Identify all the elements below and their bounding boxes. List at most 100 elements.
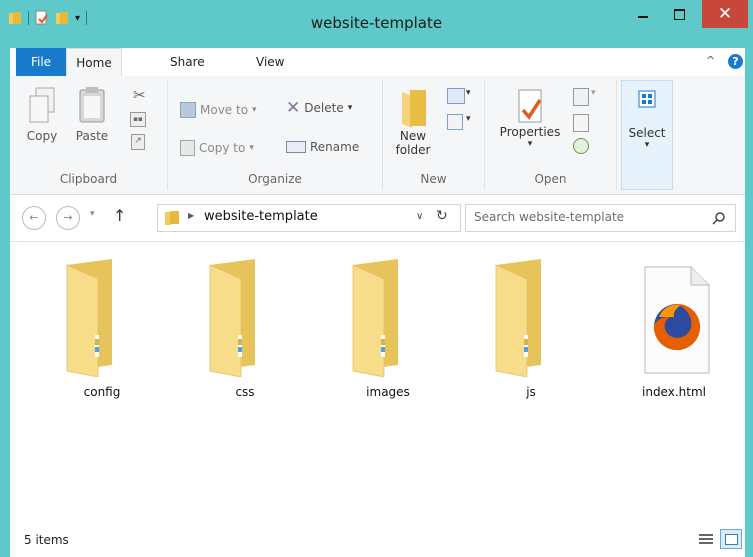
select-group: Select ▾ [617, 80, 677, 190]
title-bar: ▾ website-template ✕ [0, 0, 753, 44]
organize-group: Move to ▾ Copy to ▾ ✕ Delete ▾ Rename Or… [168, 80, 383, 190]
breadcrumb[interactable]: website-template [204, 209, 318, 224]
folder-icon [495, 259, 541, 378]
details-view-icon [699, 534, 713, 544]
move-to-icon [180, 102, 196, 118]
tab-view[interactable]: View [256, 48, 284, 76]
new-group-label: New [420, 172, 447, 186]
new-folder-label-line1: New [399, 129, 427, 143]
file-item[interactable]: images [333, 257, 443, 399]
clipboard-group-label: Clipboard [59, 172, 118, 186]
folder-small-icon [165, 211, 179, 225]
rename-button[interactable]: Rename [286, 140, 359, 154]
new-folder-icon [402, 90, 426, 128]
recent-locations-icon[interactable]: ▾ [90, 209, 95, 219]
minimize-button[interactable] [628, 0, 658, 28]
copy-to-button[interactable]: Copy to ▾ [180, 140, 254, 156]
cut-icon[interactable]: ✂ [133, 86, 146, 104]
tab-file[interactable]: File [16, 48, 66, 76]
organize-group-label: Organize [248, 172, 302, 186]
maximize-icon [673, 8, 685, 20]
close-button[interactable]: ✕ [702, 0, 748, 28]
tab-share[interactable]: Share [170, 48, 205, 76]
edit-icon[interactable] [573, 114, 589, 132]
move-to-label: Move to [200, 103, 249, 117]
paste-button[interactable]: Paste [68, 86, 116, 143]
file-name: config [83, 385, 121, 399]
file-name: images [366, 385, 410, 399]
ribbon-tabs: File Home Share View ^ ? [10, 48, 745, 78]
properties-button[interactable]: Properties ▾ [495, 86, 565, 149]
firefox-html-file-icon [644, 266, 710, 374]
new-group: New folder ▾ ▾ New [383, 80, 485, 190]
large-icons-view-icon [725, 534, 738, 545]
select-icon [638, 90, 656, 108]
chevron-down-icon: ▾ [644, 140, 650, 150]
minimize-ribbon-icon[interactable]: ^ [706, 54, 715, 67]
maximize-button[interactable] [664, 0, 694, 28]
address-history-icon[interactable]: ∨ [416, 211, 423, 222]
rename-label: Rename [310, 140, 360, 154]
file-item[interactable]: config [47, 257, 157, 399]
easy-access-icon[interactable] [447, 114, 463, 130]
search-icon[interactable] [712, 211, 726, 225]
back-button[interactable]: ← [22, 206, 46, 230]
tab-home[interactable]: Home [66, 48, 122, 78]
folder-icon [66, 259, 112, 378]
paste-label: Paste [75, 129, 109, 143]
copy-icon [29, 87, 55, 123]
new-item-icon[interactable] [447, 88, 465, 104]
chevron-down-icon: ▾ [249, 143, 254, 153]
properties-label: Properties [499, 125, 561, 139]
delete-icon: ✕ [286, 98, 301, 118]
file-item[interactable]: index.html [619, 257, 729, 399]
delete-button[interactable]: ✕ Delete ▾ [286, 98, 352, 118]
properties-icon [518, 89, 542, 123]
rename-icon [286, 141, 306, 153]
copy-path-icon[interactable]: ▪▪ [130, 112, 146, 127]
chevron-down-icon[interactable]: ▾ [466, 88, 471, 98]
large-icons-view-button[interactable] [720, 529, 742, 549]
select-button[interactable]: Select ▾ [621, 80, 673, 190]
paste-icon [79, 87, 105, 123]
file-name: css [235, 385, 255, 399]
file-view: config css images js index.html [10, 241, 745, 524]
up-arrow-icon[interactable]: ↑ [113, 206, 126, 225]
open-group-label: Open [534, 172, 567, 186]
back-arrow-icon: ← [29, 211, 39, 224]
move-to-button[interactable]: Move to ▾ [180, 102, 257, 118]
new-folder-button[interactable]: New folder [389, 86, 437, 157]
file-name: index.html [642, 385, 706, 399]
forward-button[interactable]: → [56, 206, 80, 230]
details-view-button[interactable] [698, 532, 714, 546]
copy-button[interactable]: Copy [22, 86, 62, 143]
ribbon: Copy Paste ✂ ▪▪ ↗ Clipboard Move to ▾ Co… [10, 76, 745, 195]
clipboard-group: Copy Paste ✂ ▪▪ ↗ Clipboard [10, 80, 168, 190]
search-input[interactable]: Search website-template [474, 210, 624, 224]
folder-icon [209, 259, 255, 378]
folder-icon [352, 259, 398, 378]
chevron-down-icon[interactable]: ▾ [591, 88, 596, 98]
breadcrumb-separator-icon[interactable]: ▶ [188, 211, 194, 220]
navigation-bar: ← → ▾ ↑ ▶ website-template ∨ ↻ Search we… [10, 195, 745, 241]
explorer-window: ▾ website-template ✕ File Home Share Vie… [0, 0, 753, 557]
chevron-down-icon: ▾ [527, 139, 533, 149]
search-box[interactable]: Search website-template [465, 204, 736, 232]
open-icon[interactable] [573, 88, 589, 106]
address-bar[interactable]: ▶ website-template ∨ ↻ [157, 204, 461, 232]
minimize-icon [638, 16, 648, 18]
copy-to-label: Copy to [199, 141, 246, 155]
chevron-down-icon: ▾ [252, 105, 257, 115]
chevron-down-icon[interactable]: ▾ [466, 114, 471, 124]
new-folder-label-line2: folder [395, 143, 431, 157]
file-item[interactable]: js [476, 257, 586, 399]
copy-label: Copy [26, 129, 58, 143]
copy-to-icon [180, 140, 195, 156]
paste-shortcut-icon[interactable]: ↗ [131, 134, 145, 150]
refresh-icon[interactable]: ↻ [436, 208, 448, 224]
history-icon[interactable] [573, 138, 589, 154]
file-item[interactable]: css [190, 257, 300, 399]
close-icon: ✕ [717, 4, 733, 24]
file-name: js [526, 385, 536, 399]
help-icon[interactable]: ? [728, 54, 743, 69]
